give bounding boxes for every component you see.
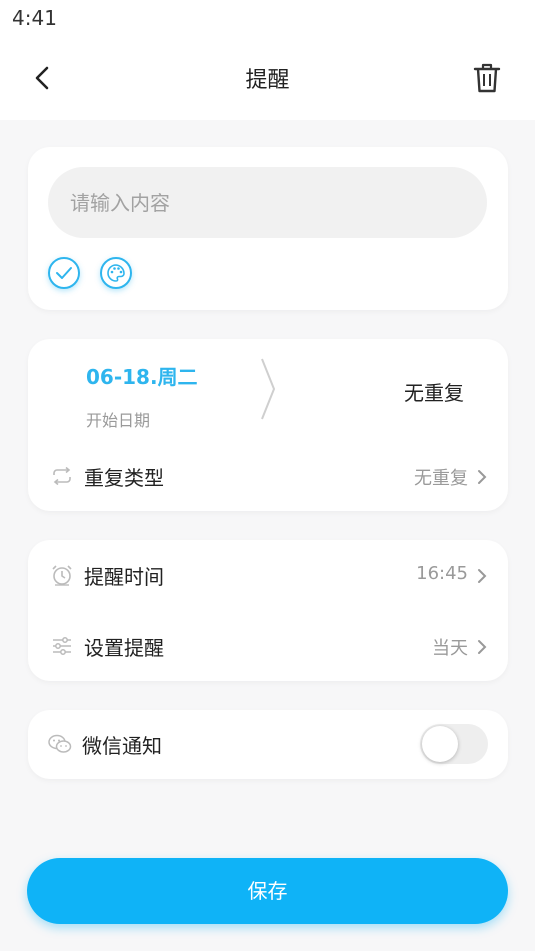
reminder-setting-value: 当天 [432,638,468,659]
save-button[interactable]: 保存 [27,858,508,924]
reminder-time-row[interactable]: 提醒时间 16:45 [28,547,508,603]
chevron-right-icon [478,569,487,583]
start-date-label: 开始日期 [86,411,151,430]
chevron-right-icon [478,470,487,484]
status-bar: 4:41 [0,0,535,36]
content-input[interactable] [48,167,487,238]
reminder-setting-label: 设置提醒 [84,636,164,660]
page-title: 提醒 [245,68,290,93]
repeat-icon [50,464,74,488]
reminder-time-label: 提醒时间 [84,565,164,589]
content-card [28,147,508,310]
start-date-value[interactable]: 06-18.周二 [86,361,198,390]
wechat-notify-toggle[interactable] [420,724,488,764]
wechat-card: 微信通知 [28,710,508,779]
repeat-type-value: 无重复 [414,468,468,489]
toggle-knob [422,726,458,762]
header: 提醒 [0,36,535,120]
chevron-divider-icon [261,358,276,420]
trash-icon [473,63,501,93]
status-time: 4:41 [12,6,57,30]
reminder-setting-row[interactable]: 设置提醒 当天 [28,618,508,674]
repeat-summary: 无重复 [404,381,464,405]
repeat-type-row[interactable]: 重复类型 无重复 [28,448,508,504]
reminder-card: 提醒时间 16:45 设置提醒 当天 [28,540,508,681]
wechat-notify-row: 微信通知 [28,716,508,772]
check-icon [56,267,72,279]
alarm-clock-icon [50,563,74,587]
sliders-icon [50,634,74,658]
chevron-right-icon [478,640,487,654]
repeat-type-label: 重复类型 [84,466,164,490]
wechat-icon [48,732,72,756]
date-card: 06-18.周二 开始日期 无重复 重复类型 无重复 [28,339,508,511]
delete-button[interactable] [467,56,507,100]
color-button[interactable] [100,257,132,289]
wechat-notify-label: 微信通知 [82,734,162,758]
palette-icon [107,264,125,282]
reminder-time-value: 16:45 [416,563,468,584]
complete-button[interactable] [48,257,80,289]
